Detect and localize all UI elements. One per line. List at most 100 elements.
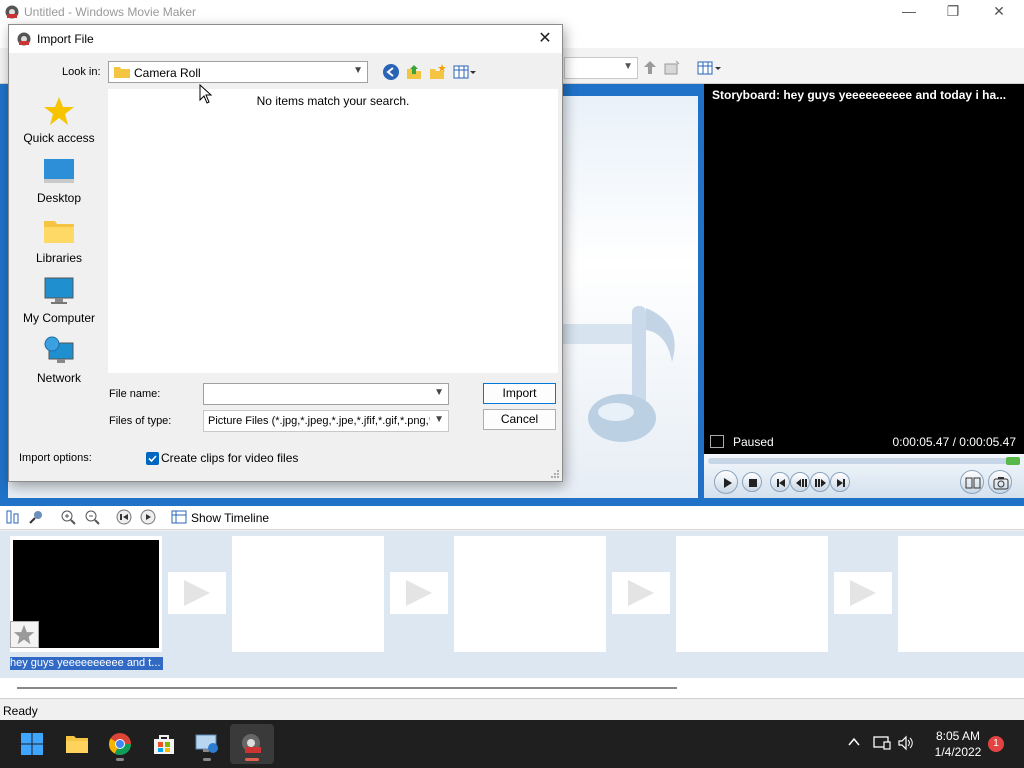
clip-name-label[interactable]: hey guys yeeeeeeeeee and t... <box>10 657 163 670</box>
task-pane-edge <box>0 84 8 498</box>
place-libraries[interactable]: Libraries <box>13 209 105 269</box>
collections-combo[interactable]: ▼ <box>564 57 638 79</box>
file-name-label: File name: <box>109 388 161 400</box>
cancel-button[interactable]: Cancel <box>483 409 556 430</box>
dialog-titlebar: Import File ✕ <box>9 25 562 53</box>
folder-icon <box>66 736 88 753</box>
show-timeline-button[interactable]: Show Timeline <box>191 511 269 525</box>
files-of-type-select[interactable]: Picture Files (*.jpg,*.jpeg,*.jpe,*.jfif… <box>203 410 449 432</box>
forward-to-end-button[interactable] <box>830 472 850 492</box>
chevron-down-icon: ▼ <box>434 414 444 425</box>
look-in-label: Look in: <box>62 66 101 78</box>
windows-logo-icon <box>21 733 43 755</box>
take-picture-button[interactable] <box>988 470 1012 494</box>
back-to-start-button[interactable] <box>770 472 790 492</box>
taskbar-microsoft-store[interactable] <box>144 726 184 762</box>
minimize-button[interactable]: — <box>886 0 932 24</box>
create-clips-label[interactable]: Create clips for video files <box>161 451 298 465</box>
resize-grip-icon[interactable] <box>550 469 560 479</box>
taskbar-movie-maker[interactable] <box>232 726 272 762</box>
remote-desktop-icon <box>195 734 218 753</box>
fullscreen-icon[interactable] <box>710 435 724 448</box>
notification-badge[interactable]: 1 <box>988 736 1004 752</box>
empty-clip-slot[interactable] <box>232 536 384 652</box>
place-quick-access[interactable]: Quick access <box>13 89 105 149</box>
camera-icon <box>993 477 1009 490</box>
empty-clip-slot[interactable] <box>454 536 606 652</box>
taskbar-chrome[interactable] <box>100 726 140 762</box>
zoom-out-icon[interactable] <box>84 509 100 525</box>
preview-title: Storyboard: hey guys yeeeeeeeeee and tod… <box>704 84 1024 106</box>
maximize-button[interactable]: ❐ <box>930 0 976 24</box>
transition-slot[interactable] <box>834 572 892 614</box>
play-button[interactable] <box>714 470 738 494</box>
volume-icon[interactable] <box>898 735 914 751</box>
taskbar-remote-desktop[interactable] <box>187 726 227 762</box>
running-indicator <box>203 758 211 761</box>
seek-thumb[interactable] <box>1006 457 1020 465</box>
file-name-input[interactable]: ▼ <box>203 383 449 405</box>
play-icon <box>724 478 732 488</box>
place-label: Desktop <box>36 191 82 205</box>
start-button[interactable] <box>12 726 52 762</box>
import-button[interactable]: Import <box>483 383 556 404</box>
place-desktop[interactable]: Desktop <box>13 149 105 209</box>
new-collection-icon[interactable] <box>663 59 681 77</box>
active-indicator <box>245 758 259 761</box>
store-icon <box>154 735 174 754</box>
seek-bar[interactable] <box>708 458 1020 464</box>
transition-slot[interactable] <box>390 572 448 614</box>
transition-slot[interactable] <box>168 572 226 614</box>
place-my-computer[interactable]: My Computer <box>13 269 105 329</box>
show-timeline-icon[interactable] <box>171 509 187 525</box>
place-label: My Computer <box>22 311 96 325</box>
desktop-icon <box>44 159 74 183</box>
skip-forward-icon <box>837 479 845 487</box>
create-clips-checkbox[interactable] <box>146 452 159 465</box>
status-bar: Ready <box>0 698 1024 720</box>
clock-time[interactable]: 8:05 AM <box>928 729 988 743</box>
narrate-icon[interactable] <box>28 509 44 525</box>
places-bar: Quick access Desktop Libraries My Comput… <box>13 89 105 389</box>
network-status-icon[interactable] <box>873 735 891 751</box>
new-folder-icon[interactable] <box>428 63 446 81</box>
split-clip-button[interactable] <box>960 470 984 494</box>
place-label: Libraries <box>35 251 83 265</box>
back-icon[interactable] <box>382 63 400 81</box>
network-icon <box>44 336 74 363</box>
playback-time: 0:00:05.47 / 0:00:05.47 <box>892 435 1016 449</box>
empty-clip-slot[interactable] <box>898 536 1024 652</box>
storyboard-scrollbar[interactable] <box>0 678 1024 698</box>
status-text: Ready <box>3 704 38 718</box>
zoom-in-icon[interactable] <box>60 509 76 525</box>
rewind-storyboard-icon[interactable] <box>116 509 132 525</box>
place-network[interactable]: Network <box>13 329 105 389</box>
clock-date[interactable]: 1/4/2022 <box>928 745 988 759</box>
view-options-icon[interactable] <box>697 59 725 77</box>
audio-levels-icon[interactable] <box>5 509 21 525</box>
import-file-dialog: Import File ✕ Look in: Camera Roll ▼ Qui… <box>8 24 563 482</box>
stop-button[interactable] <box>742 472 762 492</box>
view-menu-icon[interactable] <box>453 63 479 81</box>
show-hidden-icons-chevron-icon[interactable] <box>847 735 861 749</box>
dialog-close-button[interactable]: ✕ <box>534 28 556 50</box>
next-frame-button[interactable] <box>810 472 830 492</box>
file-list[interactable]: No items match your search. <box>108 89 558 373</box>
look-in-dropdown[interactable]: Camera Roll ▼ <box>108 61 368 83</box>
main-titlebar: Untitled - Windows Movie Maker — ❐ ✕ <box>0 0 1024 24</box>
up-one-level-icon[interactable] <box>641 59 659 77</box>
scrollbar-thumb[interactable] <box>17 687 677 689</box>
transition-slot[interactable] <box>612 572 670 614</box>
split-icon <box>965 477 981 489</box>
play-storyboard-icon[interactable] <box>140 509 156 525</box>
close-button[interactable]: ✕ <box>976 0 1022 24</box>
up-folder-icon[interactable] <box>405 63 423 81</box>
libraries-icon <box>44 221 74 243</box>
previous-frame-button[interactable] <box>790 472 810 492</box>
empty-clip-slot[interactable] <box>676 536 828 652</box>
video-effect-star-icon[interactable] <box>10 621 39 648</box>
movie-maker-app-icon <box>242 734 261 753</box>
chevron-down-icon[interactable]: ▼ <box>434 387 444 398</box>
movie-maker-app-icon <box>17 32 31 46</box>
taskbar-file-explorer[interactable] <box>57 726 97 762</box>
